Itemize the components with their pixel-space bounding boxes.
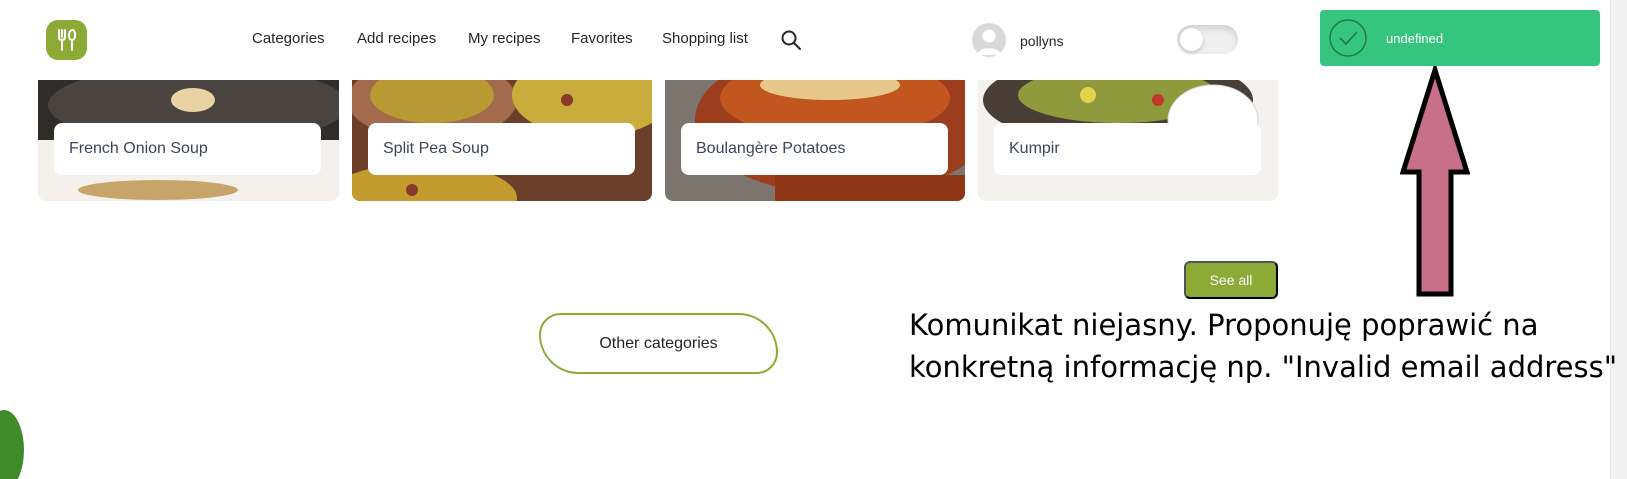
theme-toggle[interactable] <box>1177 25 1238 54</box>
user-avatar[interactable] <box>972 23 1006 57</box>
nav-add-recipes[interactable]: Add recipes <box>357 30 436 47</box>
fork-spoon-icon <box>57 29 76 51</box>
annotation-arrow-icon <box>1400 66 1470 297</box>
annotation-line: Komunikat niejasny. Proponuję poprawić n… <box>909 308 1539 342</box>
user-icon <box>977 29 1001 55</box>
recipe-card[interactable]: French Onion Soup <box>38 80 339 201</box>
check-circle-icon <box>1329 19 1367 57</box>
toast-message: undefined <box>1386 30 1444 46</box>
recipe-title: Boulangère Potatoes <box>681 123 948 175</box>
nav-categories[interactable]: Categories <box>252 30 325 47</box>
search-icon[interactable] <box>780 29 802 51</box>
recipe-title: French Onion Soup <box>54 123 321 175</box>
other-categories-button[interactable]: Other categories <box>539 313 778 374</box>
leaf-decoration <box>0 410 24 479</box>
recipe-card[interactable]: Split Pea Soup <box>352 80 652 201</box>
nav-favorites[interactable]: Favorites <box>571 30 633 47</box>
nav-shopping-list[interactable]: Shopping list <box>662 30 748 47</box>
page-scrollbar[interactable] <box>1610 0 1627 479</box>
recipe-card[interactable]: Boulangère Potatoes <box>665 80 965 201</box>
recipe-card[interactable]: Kumpir <box>978 80 1278 201</box>
see-all-button[interactable]: See all <box>1184 261 1278 299</box>
recipe-title: Split Pea Soup <box>368 123 635 175</box>
annotation-line: konkretną informację np. "Invalid email … <box>909 350 1618 384</box>
recipe-title: Kumpir <box>994 123 1261 175</box>
toggle-knob <box>1180 28 1203 51</box>
logo[interactable] <box>46 20 87 60</box>
annotation-note: Komunikat niejasny. Proponuję poprawić n… <box>909 304 1618 388</box>
username[interactable]: pollyns <box>1020 33 1064 49</box>
toast-notification[interactable]: undefined <box>1320 10 1600 66</box>
nav-my-recipes[interactable]: My recipes <box>468 30 541 47</box>
